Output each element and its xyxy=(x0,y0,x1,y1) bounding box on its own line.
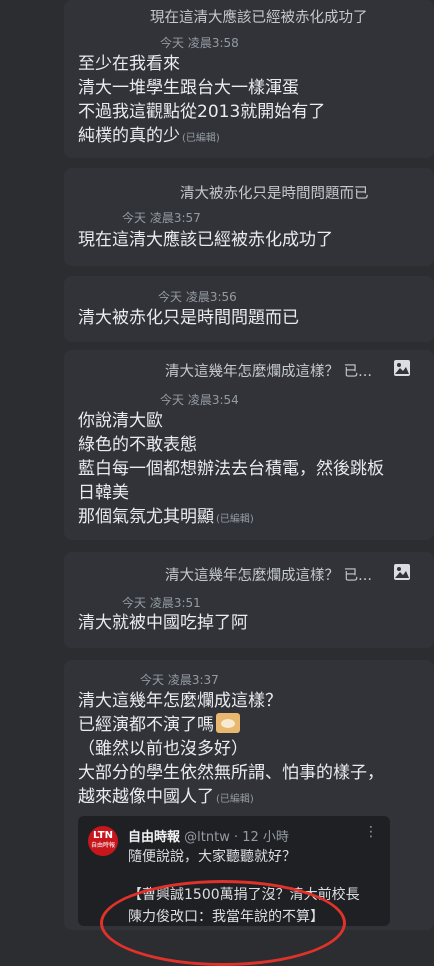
embed-body: 【曹興誠1500萬捐了沒？清大前校長 陳力俊改口：我當年說的不算】 xyxy=(128,884,360,926)
message-timestamp: 今天 凌晨3:58 xyxy=(160,36,239,50)
message-line: 越來越像中國人了 (已編輯) xyxy=(78,785,384,812)
message-content: 現在這清大應該已經被赤化成功了 xyxy=(78,228,333,252)
message-line: 清大被赤化只是時間問題而已 xyxy=(78,308,299,328)
message-timestamp: 今天 凌晨3:56 xyxy=(158,290,237,304)
message-line: 你說清大歐 xyxy=(78,411,163,431)
message-line: 純樸的真的少 (已編輯) xyxy=(78,124,325,151)
embed-author[interactable]: 自由時報 @ltntw · 12 小時 xyxy=(128,826,289,845)
reply-preview[interactable]: 現在這清大應該已經被赤化成功了 xyxy=(150,6,368,27)
more-options-icon[interactable]: ⋮ xyxy=(364,824,378,840)
doge-emoji-icon xyxy=(216,713,240,733)
message-text: 已經演都不演了嗎 xyxy=(78,715,214,735)
message-line: 清大這幾年怎麼爛成這樣？ xyxy=(78,691,282,711)
message-content: 你說清大歐 綠色的不敢表態 藍白每一個都想辦法去台積電，然後跳板 日韓美 那個氣… xyxy=(78,409,384,532)
message-line: 不過我這觀點從2013就開始有了 xyxy=(78,102,326,122)
embed-text: 隨便說說，大家聽聽就好？ xyxy=(128,849,296,865)
message-line: 清大就被中國吃掉了阿 xyxy=(78,613,248,633)
message-line: 藍白每一個都想辦法去台積電，然後跳板 xyxy=(78,459,384,479)
message-line: 那個氣氛尤其明顯 (已編輯) xyxy=(78,505,384,532)
reply-preview[interactable]: 清大這幾年怎麼爛成這樣？ 已... xyxy=(165,564,372,585)
embed-body-line: 【曹興誠1500萬捐了沒？清大前校長 xyxy=(128,887,360,903)
embed-body-line: 陳力俊改口：我當年說的不算】 xyxy=(128,909,324,925)
message-line: 綠色的不敢表態 xyxy=(78,435,197,455)
message-line: 已經演都不演了嗎 xyxy=(78,713,384,737)
image-icon[interactable] xyxy=(393,563,411,581)
embed-author-handle: @ltntw · 12 小時 xyxy=(184,830,289,845)
message-content: 清大就被中國吃掉了阿 xyxy=(78,611,248,635)
ltn-logo: LTN 自由時報 xyxy=(88,826,118,856)
message-line: （雖然以前也沒多好） xyxy=(78,739,248,759)
message-timestamp: 今天 凌晨3:54 xyxy=(160,393,239,407)
message-line: 清大一堆學生跟台大一樣渾蛋 xyxy=(78,78,299,98)
edited-label: (已編輯) xyxy=(216,794,254,805)
message-line: 日韓美 xyxy=(78,483,129,503)
message-timestamp: 今天 凌晨3:51 xyxy=(122,596,201,610)
message-content: 清大被赤化只是時間問題而已 xyxy=(78,306,299,330)
message-line: 現在這清大應該已經被赤化成功了 xyxy=(78,230,333,250)
message-text: 越來越像中國人了 xyxy=(78,787,214,807)
message-content: 至少在我看來 清大一堆學生跟台大一樣渾蛋 不過我這觀點從2013就開始有了 純樸… xyxy=(78,52,325,151)
reply-preview[interactable]: 清大被赤化只是時間問題而已 xyxy=(180,182,369,203)
embed-author-name: 自由時報 xyxy=(128,830,181,845)
logo-text: LTN xyxy=(93,830,113,841)
edited-label: (已編輯) xyxy=(182,133,220,144)
message-content: 清大這幾年怎麼爛成這樣？ 已經演都不演了嗎 （雖然以前也沒多好） 大部分的學生依… xyxy=(78,689,384,812)
message-line: 至少在我看來 xyxy=(78,54,180,74)
message-text: 純樸的真的少 xyxy=(78,126,180,146)
message-line: 大部分的學生依然無所謂、怕事的樣子， xyxy=(78,763,384,783)
edited-label: (已編輯) xyxy=(216,514,254,525)
message-timestamp: 今天 凌晨3:37 xyxy=(140,673,219,687)
image-icon[interactable] xyxy=(393,359,411,377)
logo-subtext: 自由時報 xyxy=(90,842,115,849)
reply-preview[interactable]: 清大這幾年怎麼爛成這樣？ 已... xyxy=(165,360,372,381)
message-text: 那個氣氛尤其明顯 xyxy=(78,507,214,527)
link-embed[interactable]: LTN 自由時報 自由時報 @ltntw · 12 小時 ⋮ 隨便說說，大家聽聽… xyxy=(78,816,390,926)
message-timestamp: 今天 凌晨3:57 xyxy=(122,211,201,225)
